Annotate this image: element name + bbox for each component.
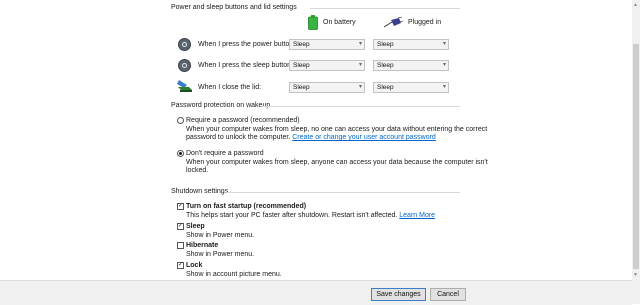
sleep-label[interactable]: Sleep (186, 222, 205, 231)
scroll-up-icon[interactable]: ▲ (633, 2, 638, 8)
sleep-desc: Show in Power menu. (186, 232, 255, 239)
chevron-down-icon: ▾ (442, 62, 446, 68)
close-lid-on-battery-select[interactable]: Sleep ▾ (289, 82, 365, 93)
hibernate-checkbox[interactable] (177, 242, 184, 249)
select-value: Sleep (293, 41, 310, 48)
save-changes-button[interactable]: Save changes (371, 288, 426, 301)
require-password-desc-text: password to unlock the computer. (186, 134, 291, 141)
sleep-button-on-battery-select[interactable]: Sleep ▾ (289, 60, 365, 71)
select-value: Sleep (377, 84, 394, 91)
footer-bar: Save changes Cancel (0, 280, 632, 305)
row-label-power-button: When I press the power button: (198, 41, 296, 48)
column-label-plugged-in: Plugged in (408, 19, 442, 26)
fast-startup-label[interactable]: Turn on fast startup (recommended) (186, 202, 306, 211)
sleep-checkbox[interactable]: ✓ (177, 223, 184, 230)
section-divider (262, 106, 460, 107)
chevron-down-icon: ▾ (442, 84, 446, 90)
battery-icon (308, 15, 318, 30)
section-title-password: Password protection on wakeup (171, 102, 271, 109)
sleep-button-plugged-in-select[interactable]: Sleep ▾ (373, 60, 449, 71)
chevron-down-icon: ▾ (358, 62, 362, 68)
select-value: Sleep (377, 41, 394, 48)
select-value: Sleep (293, 84, 310, 91)
hibernate-label[interactable]: Hibernate (186, 241, 218, 250)
row-label-close-lid: When I close the lid: (198, 84, 262, 91)
power-button-plugged-in-select[interactable]: Sleep ▾ (373, 39, 449, 50)
plug-icon (383, 17, 403, 28)
scroll-down-icon[interactable]: ▼ (633, 272, 638, 278)
column-label-on-battery: On battery (323, 19, 356, 26)
dont-require-password-label[interactable]: Don't require a password (186, 149, 264, 158)
column-header-plugged-in: Plugged in (383, 17, 441, 28)
row-label-sleep-button: When I press the sleep button: (198, 62, 293, 69)
learn-more-link[interactable]: Learn More (399, 212, 435, 219)
require-password-desc-line2: password to unlock the computer. Create … (186, 133, 436, 142)
chevron-down-icon: ▾ (358, 41, 362, 47)
scrollbar-thumb[interactable] (633, 44, 639, 269)
dont-require-password-desc: When your computer wakes from sleep, any… (186, 159, 488, 166)
power-button-icon (178, 38, 191, 51)
laptop-lid-icon (177, 80, 192, 92)
dont-require-password-radio[interactable] (177, 150, 184, 157)
fast-startup-desc: This helps start your PC faster after sh… (186, 211, 435, 220)
lock-label[interactable]: Lock (186, 261, 202, 270)
fast-startup-checkbox[interactable]: ✓ (177, 203, 184, 210)
fast-startup-desc-text: This helps start your PC faster after sh… (186, 212, 398, 219)
hibernate-desc: Show in Power menu. (186, 251, 255, 258)
create-password-link[interactable]: Create or change your user account passw… (292, 134, 436, 141)
close-lid-plugged-in-select[interactable]: Sleep ▾ (373, 82, 449, 93)
power-button-on-battery-select[interactable]: Sleep ▾ (289, 39, 365, 50)
select-value: Sleep (293, 62, 310, 69)
section-divider (226, 192, 460, 193)
lock-checkbox[interactable]: ✓ (177, 262, 184, 269)
require-password-label[interactable]: Require a password (recommended) (186, 116, 300, 125)
column-header-on-battery: On battery (308, 15, 356, 30)
section-divider (310, 8, 460, 9)
chevron-down-icon: ▾ (358, 84, 362, 90)
lock-desc: Show in account picture menu. (186, 271, 282, 278)
section-title-power-buttons: Power and sleep buttons and lid settings (171, 4, 297, 11)
require-password-radio[interactable] (177, 117, 184, 124)
dont-require-password-desc-line2: locked. (186, 167, 209, 174)
select-value: Sleep (377, 62, 394, 69)
chevron-down-icon: ▾ (442, 41, 446, 47)
sleep-button-icon (178, 59, 191, 72)
section-title-shutdown: Shutdown settings (171, 188, 229, 195)
cancel-button[interactable]: Cancel (430, 288, 466, 301)
